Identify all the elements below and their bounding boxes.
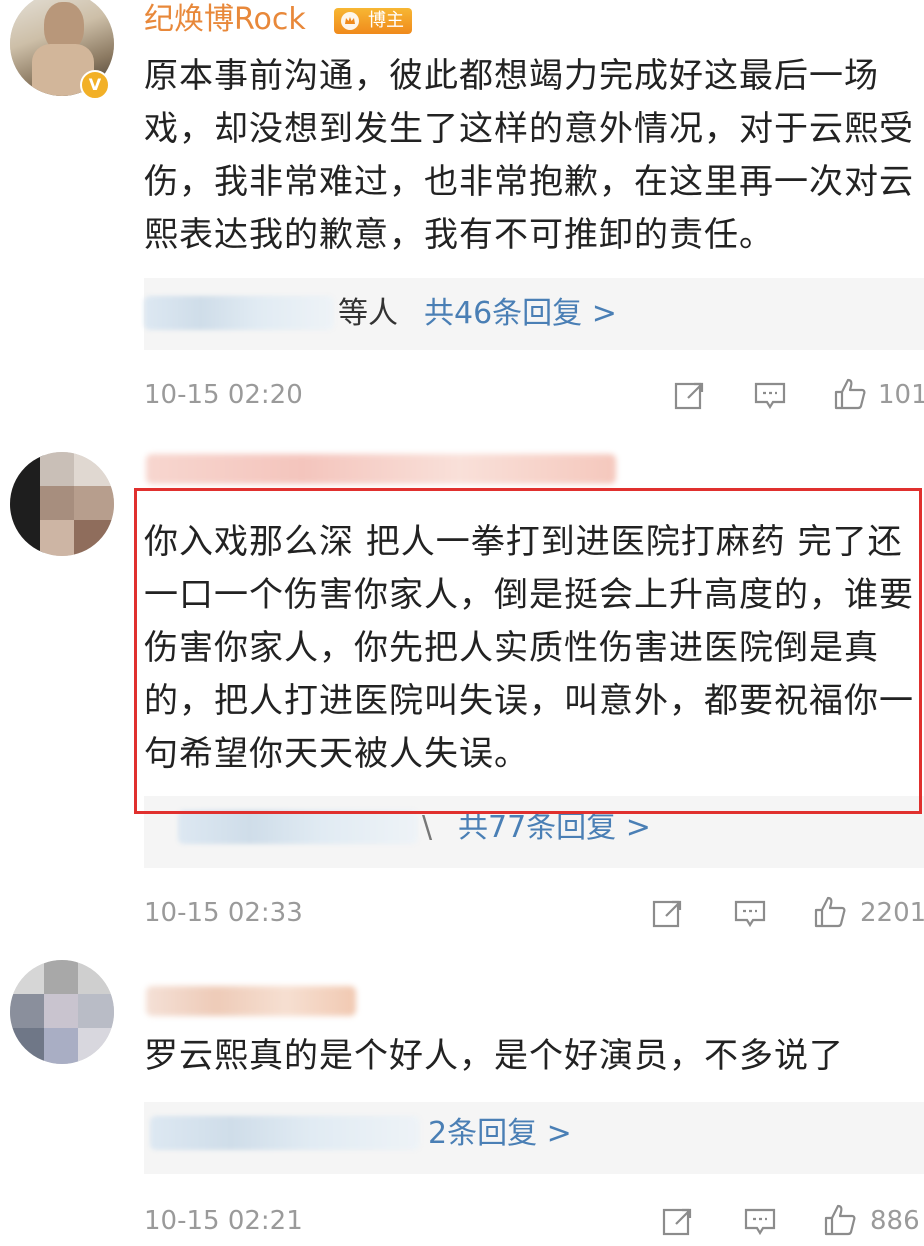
blurred-username bbox=[146, 986, 356, 1016]
share-icon[interactable] bbox=[650, 896, 686, 932]
reply-others-label: \ bbox=[422, 810, 433, 845]
thumbs-up-icon[interactable] bbox=[822, 1202, 858, 1238]
share-icon[interactable] bbox=[660, 1204, 696, 1240]
like-count: 886 bbox=[870, 1206, 920, 1236]
blurred-replier-names bbox=[144, 296, 334, 330]
comment-icon[interactable] bbox=[732, 896, 768, 932]
avatar[interactable] bbox=[10, 452, 114, 556]
comment-text: 原本事前沟通，彼此都想竭力完成好这最后一场戏，却没想到发生了这样的意外情况，对于… bbox=[144, 56, 914, 255]
comment-time: 10-15 02:33 bbox=[144, 898, 303, 928]
comment-item: 罗云熙真的是个好人，是个好演员，不多说了 2条回复 > 10-15 02:21 … bbox=[0, 960, 924, 1246]
like-count: 2201 bbox=[860, 898, 924, 928]
username[interactable]: 纪焕博Rock bbox=[144, 2, 306, 38]
comment-item: 你入戏那么深 把人一拳打到进医院打麻药 完了还一口一个伤害你家人，倒是挺会上升高… bbox=[0, 440, 924, 960]
crown-icon bbox=[341, 12, 359, 30]
thumbs-up-icon[interactable] bbox=[812, 894, 848, 930]
blurred-replier-names bbox=[150, 1116, 420, 1150]
comment-time: 10-15 02:21 bbox=[144, 1206, 303, 1236]
comment-text: 罗云熙真的是个好人，是个好演员，不多说了 bbox=[144, 1036, 844, 1076]
red-highlight-box bbox=[134, 488, 922, 814]
avatar[interactable] bbox=[10, 960, 114, 1064]
verified-v-icon: V bbox=[80, 70, 110, 100]
thumbs-up-icon[interactable] bbox=[832, 376, 868, 412]
comment-icon[interactable] bbox=[742, 1204, 778, 1240]
view-replies-link[interactable]: 共77条回复 > bbox=[458, 808, 651, 848]
weibo-comment-thread: V 纪焕博Rock 博主 原本事前沟通，彼此都想竭力完成好这最后一场戏，却没想到… bbox=[0, 0, 924, 1246]
reply-preview[interactable]: 2条回复 > bbox=[144, 1102, 924, 1174]
comment-item: V 纪焕博Rock 博主 原本事前沟通，彼此都想竭力完成好这最后一场戏，却没想到… bbox=[0, 0, 924, 440]
blogger-badge: 博主 bbox=[334, 8, 412, 34]
like-count: 101 bbox=[878, 380, 924, 410]
comment-icon[interactable] bbox=[752, 378, 788, 414]
reply-others-label: 等人 bbox=[338, 296, 398, 331]
share-icon[interactable] bbox=[672, 378, 708, 414]
view-replies-link[interactable]: 共46条回复 > bbox=[424, 294, 617, 334]
reply-preview[interactable]: 等人 共46条回复 > bbox=[144, 278, 924, 350]
comment-time: 10-15 02:20 bbox=[144, 380, 303, 410]
badge-label: 博主 bbox=[368, 10, 404, 31]
blurred-username bbox=[146, 454, 616, 484]
view-replies-link[interactable]: 2条回复 > bbox=[428, 1114, 572, 1154]
blurred-replier-names bbox=[178, 810, 418, 844]
